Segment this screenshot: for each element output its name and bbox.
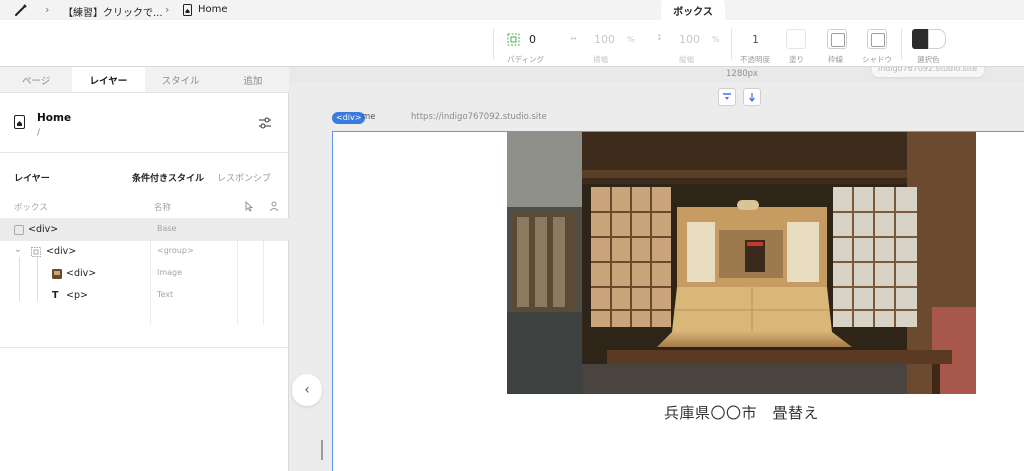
tab-pages[interactable]: ページ <box>0 67 72 92</box>
layer-style: Text <box>157 290 174 299</box>
page-icon <box>183 4 192 16</box>
chevron-down-icon[interactable]: ⌄ <box>14 244 22 255</box>
page-path: / <box>37 128 41 138</box>
column-name: 名称 <box>154 203 172 213</box>
toolbar-divider <box>731 28 732 60</box>
frame-header: <div> me https://indigo767092.studio.sit… <box>332 109 1024 131</box>
current-page-header: Home / <box>0 93 289 153</box>
padding-value[interactable]: 0 <box>529 33 536 46</box>
color-swatch-light <box>928 29 946 49</box>
page-title: Home <box>37 112 72 124</box>
panel-divider <box>0 347 289 348</box>
tree-line <box>37 257 38 301</box>
tab-box[interactable]: ボックス <box>661 0 725 20</box>
chevron-right-icon: › <box>45 3 50 16</box>
layer-row[interactable]: T <p> Text <box>0 285 289 307</box>
style-toolbar: 0 パディング ↔ 100 % 横幅 ↕ 100 % 縦幅 1 不透明度 塗り … <box>0 20 1024 67</box>
width-unit[interactable]: % <box>627 35 635 44</box>
height-label: 縦幅 <box>679 55 694 64</box>
text-icon: T <box>52 290 59 301</box>
checkbox-icon[interactable] <box>14 225 24 235</box>
group-icon <box>31 247 41 257</box>
toolbar-divider <box>493 28 494 60</box>
breadcrumb-page[interactable]: Home <box>198 4 228 15</box>
conditional-style-toggle[interactable]: 条件付きスタイル <box>132 171 204 184</box>
page-frame[interactable]: 兵庫県〇〇市 畳替え <box>332 131 1024 471</box>
tab-styles[interactable]: スタイル <box>145 67 217 92</box>
opacity-value[interactable]: 1 <box>752 33 759 46</box>
frame-url[interactable]: https://indigo767092.studio.site <box>411 112 547 122</box>
layer-row[interactable]: <div> Image <box>0 263 289 285</box>
toolbar-divider <box>901 28 902 60</box>
opacity-label: 不透明度 <box>740 55 770 64</box>
selection-color-swatch[interactable] <box>912 29 946 49</box>
ghost-url-pill: indigo767092.studio.site <box>872 67 984 77</box>
height-unit[interactable]: % <box>712 35 720 44</box>
layer-style: Image <box>157 268 183 277</box>
column-box: ボックス <box>14 203 48 213</box>
layer-name: <div> <box>46 246 77 257</box>
layers-heading: レイヤー <box>14 174 50 184</box>
width-value[interactable]: 100 <box>594 33 615 46</box>
chevron-right-icon: › <box>165 3 170 16</box>
breakpoint-width-label: 1280px <box>726 69 759 79</box>
arrow-down-button[interactable] <box>743 88 761 106</box>
frame-name[interactable]: me <box>362 112 376 122</box>
arrow-down-icon <box>749 93 755 102</box>
left-panel: ページ レイヤー スタイル 追加 Home / レイヤー 条件付きスタイル レス… <box>0 67 289 471</box>
layer-name: <div> <box>66 268 97 279</box>
design-canvas[interactable]: indigo767092.studio.site 1280px <div> me… <box>290 67 1024 471</box>
panel-tabs: ページ レイヤー スタイル 追加 <box>0 67 289 93</box>
shadow-icon[interactable] <box>867 29 887 49</box>
vertical-arrows-icon: ↕ <box>656 33 663 42</box>
layers-header: レイヤー 条件付きスタイル レスポンシブ <box>0 171 289 189</box>
settings-sliders-icon[interactable] <box>258 116 272 130</box>
tree-line <box>19 257 20 301</box>
align-top-icon <box>723 93 731 100</box>
resize-grip[interactable] <box>321 440 323 460</box>
responsive-toggle[interactable]: レスポンシブ <box>217 171 271 184</box>
hero-image[interactable] <box>507 132 976 394</box>
layer-row[interactable]: <div> Base <box>0 219 289 241</box>
selected-element-badge[interactable]: <div> <box>332 112 366 124</box>
border-icon[interactable] <box>827 29 847 49</box>
selection-color-label: 選択色 <box>917 55 940 64</box>
tab-add[interactable]: 追加 <box>217 67 289 92</box>
fill-swatch[interactable] <box>786 29 806 49</box>
fill-label: 塗り <box>789 55 804 64</box>
layer-row[interactable]: ⌄ <div> <group> <box>0 241 289 263</box>
layer-style: <group> <box>157 246 194 255</box>
padding-label: パディング <box>507 55 544 64</box>
layer-name: <p> <box>66 290 88 301</box>
tab-layers[interactable]: レイヤー <box>72 67 145 92</box>
image-icon <box>52 269 62 279</box>
chevron-left-icon: ‹ <box>304 382 310 398</box>
image-caption[interactable]: 兵庫県〇〇市 畳替え <box>507 402 976 423</box>
page-icon <box>14 115 25 129</box>
height-value[interactable]: 100 <box>679 33 700 46</box>
hover-state-icon[interactable] <box>243 200 255 212</box>
layer-name: <div> <box>28 224 59 235</box>
pen-icon[interactable] <box>14 3 28 17</box>
horizontal-arrows-icon: ↔ <box>570 34 577 43</box>
align-top-button[interactable] <box>718 88 736 106</box>
breadcrumb-project[interactable]: 【練習】クリックで... <box>63 4 163 19</box>
collapse-panel-button[interactable]: ‹ <box>292 374 322 406</box>
border-label: 枠線 <box>828 55 843 64</box>
padding-icon <box>507 33 520 46</box>
layer-style: Base <box>157 224 177 233</box>
top-bar: › 【練習】クリックで... › Home ボックス <box>0 0 1024 20</box>
person-icon[interactable] <box>268 200 280 212</box>
layer-columns-header: ボックス 名称 <box>0 197 289 219</box>
width-label: 横幅 <box>593 55 608 64</box>
shadow-label: シャドウ <box>862 55 892 64</box>
